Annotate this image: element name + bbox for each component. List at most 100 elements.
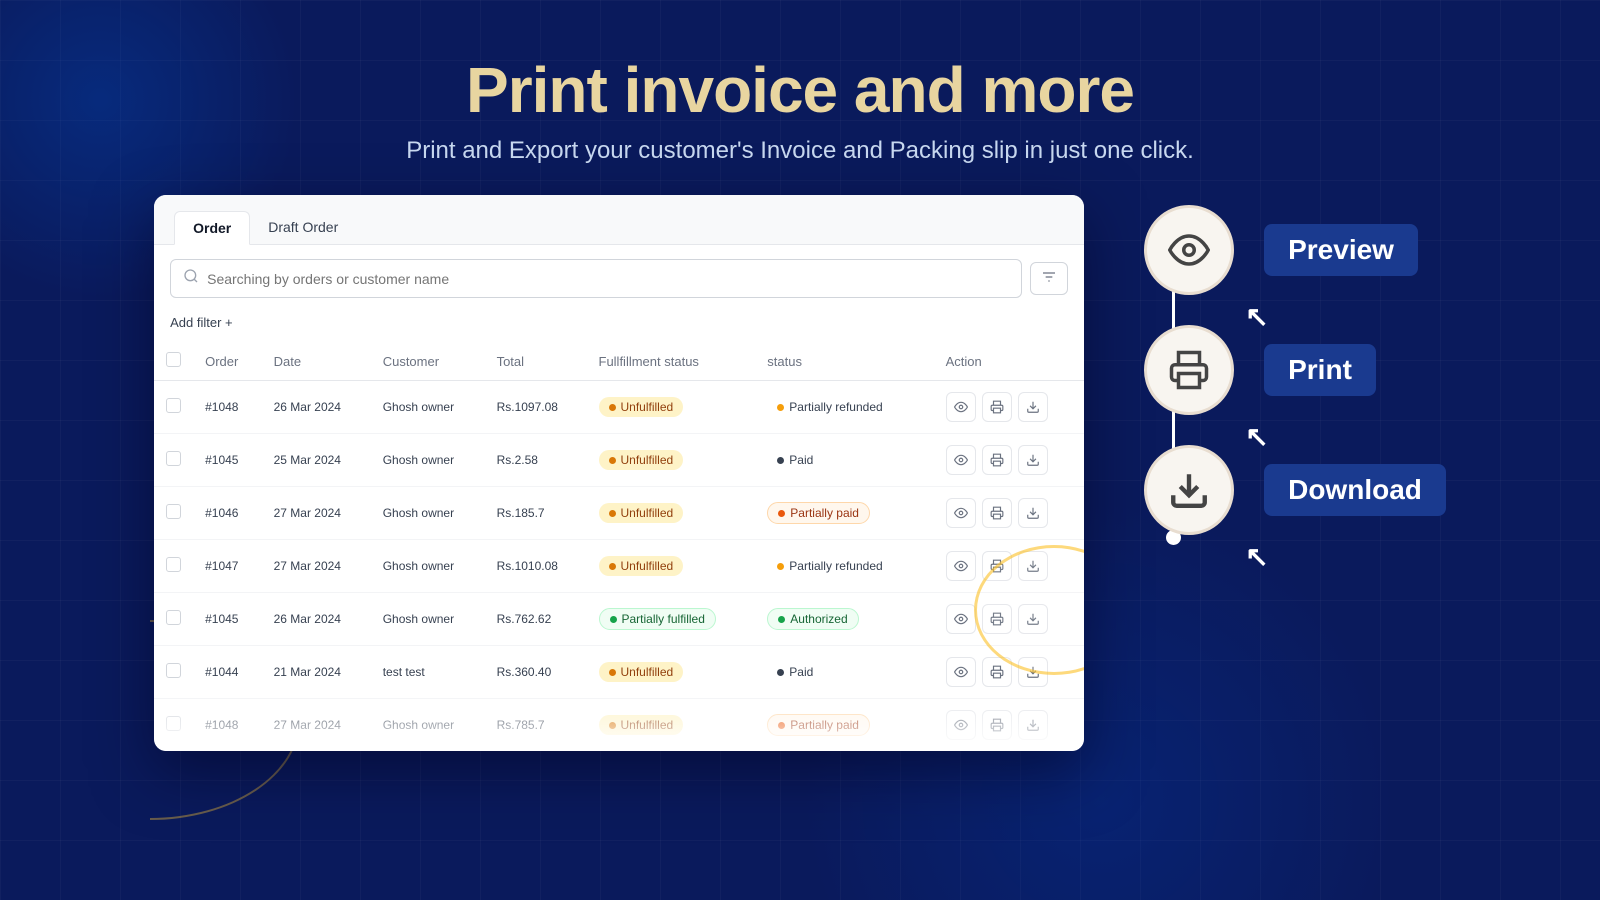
print-button[interactable] bbox=[982, 551, 1012, 581]
order-fulfillment: Unfulfilled bbox=[587, 381, 756, 434]
col-fulfillment: Fullfillment status bbox=[587, 342, 756, 381]
table-row: #1045 26 Mar 2024 Ghosh owner Rs.762.62 … bbox=[154, 593, 1084, 646]
order-actions bbox=[934, 487, 1084, 540]
col-customer: Customer bbox=[371, 342, 485, 381]
page-header: Print invoice and more Print and Export … bbox=[0, 0, 1600, 195]
action-item-download: Download bbox=[1144, 445, 1446, 535]
preview-button[interactable] bbox=[946, 498, 976, 528]
download-button[interactable] bbox=[1018, 604, 1048, 634]
order-id: #1047 bbox=[193, 540, 261, 593]
print-button[interactable] bbox=[982, 657, 1012, 687]
preview-button[interactable] bbox=[946, 551, 976, 581]
status-badge: Authorized bbox=[767, 608, 858, 630]
table-row: #1048 27 Mar 2024 Ghosh owner Rs.785.7 U… bbox=[154, 699, 1084, 752]
download-button[interactable] bbox=[1018, 445, 1048, 475]
select-all-checkbox[interactable] bbox=[166, 352, 181, 367]
col-date: Date bbox=[262, 342, 371, 381]
order-date: 27 Mar 2024 bbox=[262, 540, 371, 593]
search-icon bbox=[183, 268, 199, 289]
row-checkbox[interactable] bbox=[166, 610, 181, 625]
tab-bar: Order Draft Order bbox=[154, 195, 1084, 245]
col-action: Action bbox=[934, 342, 1084, 381]
row-checkbox[interactable] bbox=[166, 451, 181, 466]
print-button[interactable] bbox=[982, 604, 1012, 634]
download-button[interactable] bbox=[1018, 710, 1048, 740]
order-total: Rs.185.7 bbox=[485, 487, 587, 540]
download-icon-circle bbox=[1144, 445, 1234, 535]
row-checkbox[interactable] bbox=[166, 663, 181, 678]
sort-button[interactable] bbox=[1030, 262, 1068, 295]
preview-button[interactable] bbox=[946, 445, 976, 475]
order-total: Rs.785.7 bbox=[485, 699, 587, 752]
main-content: Order Draft Order bbox=[0, 195, 1600, 751]
order-date: 27 Mar 2024 bbox=[262, 699, 371, 752]
download-button[interactable] bbox=[1018, 392, 1048, 422]
download-icon bbox=[1168, 469, 1210, 511]
preview-button[interactable] bbox=[946, 392, 976, 422]
table-row: #1047 27 Mar 2024 Ghosh owner Rs.1010.08… bbox=[154, 540, 1084, 593]
order-customer: Ghosh owner bbox=[371, 593, 485, 646]
right-panel: Preview Print bbox=[1084, 195, 1446, 565]
order-customer: Ghosh owner bbox=[371, 381, 485, 434]
order-total: Rs.1010.08 bbox=[485, 540, 587, 593]
order-status: Paid bbox=[755, 434, 933, 487]
download-button[interactable] bbox=[1018, 657, 1048, 687]
print-label: Print bbox=[1264, 344, 1376, 396]
row-checkbox[interactable] bbox=[166, 504, 181, 519]
order-status: Partially refunded bbox=[755, 381, 933, 434]
order-customer: Ghosh owner bbox=[371, 699, 485, 752]
order-date: 21 Mar 2024 bbox=[262, 646, 371, 699]
order-actions bbox=[934, 646, 1084, 699]
preview-icon-circle bbox=[1144, 205, 1234, 295]
row-checkbox[interactable] bbox=[166, 716, 181, 731]
row-checkbox[interactable] bbox=[166, 398, 181, 413]
search-section bbox=[154, 245, 1084, 308]
print-button[interactable] bbox=[982, 445, 1012, 475]
download-button[interactable] bbox=[1018, 551, 1048, 581]
col-total: Total bbox=[485, 342, 587, 381]
order-id: #1045 bbox=[193, 434, 261, 487]
order-customer: Ghosh owner bbox=[371, 540, 485, 593]
preview-button[interactable] bbox=[946, 657, 976, 687]
fulfillment-badge: Unfulfilled bbox=[599, 662, 684, 682]
order-customer: Ghosh owner bbox=[371, 487, 485, 540]
order-id: #1044 bbox=[193, 646, 261, 699]
add-filter-button[interactable]: Add filter + bbox=[170, 315, 233, 330]
tab-draft-order[interactable]: Draft Order bbox=[250, 211, 356, 244]
tab-order[interactable]: Order bbox=[174, 211, 250, 245]
order-total: Rs.1097.08 bbox=[485, 381, 587, 434]
print-button[interactable] bbox=[982, 392, 1012, 422]
action-buttons bbox=[946, 710, 1072, 740]
order-id: #1045 bbox=[193, 593, 261, 646]
search-bar bbox=[170, 259, 1022, 298]
order-id: #1048 bbox=[193, 699, 261, 752]
row-checkbox[interactable] bbox=[166, 557, 181, 572]
table-row: #1045 25 Mar 2024 Ghosh owner Rs.2.58 Un… bbox=[154, 434, 1084, 487]
fulfillment-badge: Partially fulfilled bbox=[599, 608, 716, 630]
order-date: 25 Mar 2024 bbox=[262, 434, 371, 487]
eye-icon bbox=[1168, 229, 1210, 271]
download-label: Download bbox=[1264, 464, 1446, 516]
col-order: Order bbox=[193, 342, 261, 381]
print-button[interactable] bbox=[982, 498, 1012, 528]
status-badge: Paid bbox=[767, 662, 823, 682]
order-status: Paid bbox=[755, 646, 933, 699]
order-fulfillment: Unfulfilled bbox=[587, 540, 756, 593]
preview-button[interactable] bbox=[946, 710, 976, 740]
preview-button[interactable] bbox=[946, 604, 976, 634]
status-badge: Partially paid bbox=[767, 714, 870, 736]
fulfillment-badge: Unfulfilled bbox=[599, 397, 684, 417]
download-button[interactable] bbox=[1018, 498, 1048, 528]
order-actions bbox=[934, 540, 1084, 593]
order-date: 26 Mar 2024 bbox=[262, 381, 371, 434]
order-total: Rs.762.62 bbox=[485, 593, 587, 646]
status-badge: Partially refunded bbox=[767, 556, 892, 576]
fulfillment-badge: Unfulfilled bbox=[599, 503, 684, 523]
order-id: #1046 bbox=[193, 487, 261, 540]
order-customer: Ghosh owner bbox=[371, 434, 485, 487]
table-row: #1046 27 Mar 2024 Ghosh owner Rs.185.7 U… bbox=[154, 487, 1084, 540]
print-button[interactable] bbox=[982, 710, 1012, 740]
action-item-preview: Preview bbox=[1144, 205, 1418, 295]
search-input[interactable] bbox=[207, 271, 1009, 287]
order-actions bbox=[934, 593, 1084, 646]
